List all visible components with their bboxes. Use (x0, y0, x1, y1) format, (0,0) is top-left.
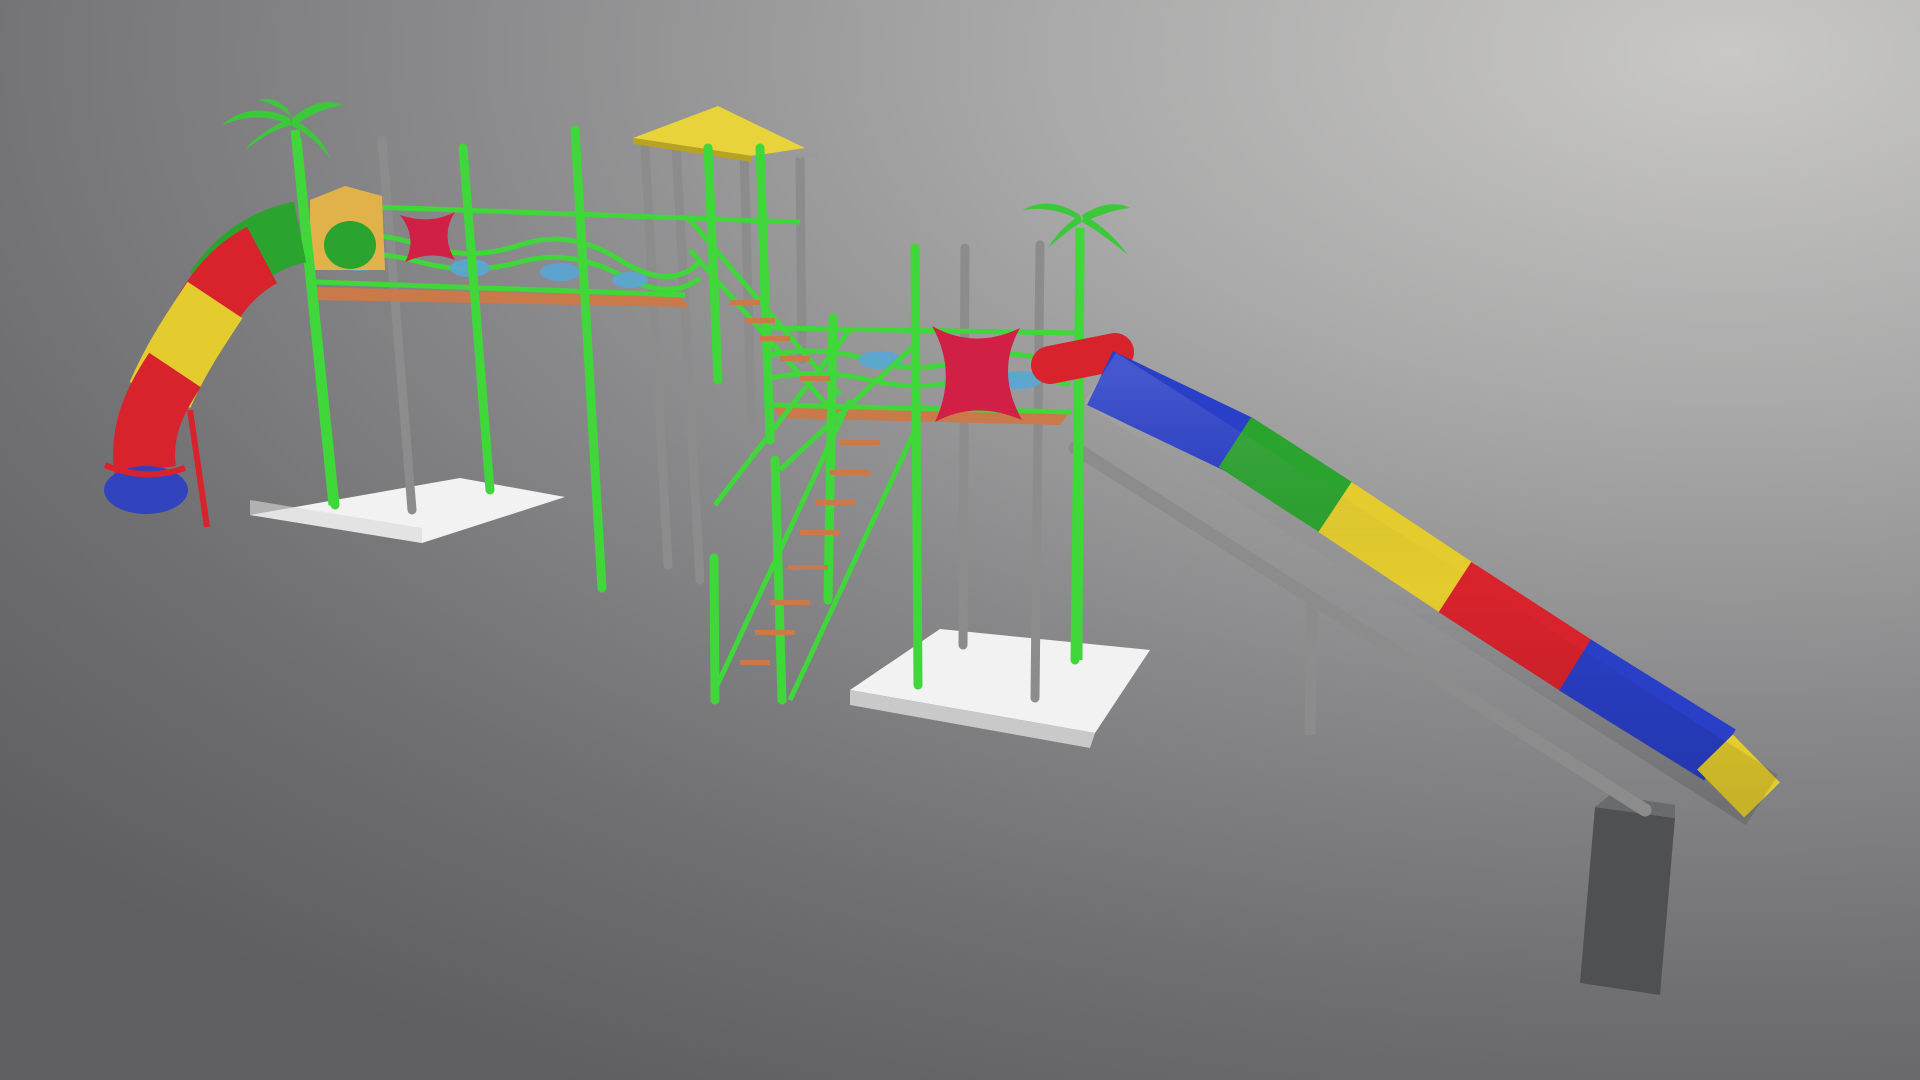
red-panel-upper (400, 212, 455, 262)
curved-tube-slide (103, 201, 308, 528)
viewport-3d[interactable] (0, 0, 1920, 1080)
slide-support-post (1304, 597, 1318, 736)
straight-tube-slide (1031, 333, 1780, 826)
entry-hut (310, 186, 385, 270)
playground-model (103, 98, 1780, 995)
slide-support-pier (1580, 807, 1675, 995)
tower-roof (633, 106, 819, 162)
